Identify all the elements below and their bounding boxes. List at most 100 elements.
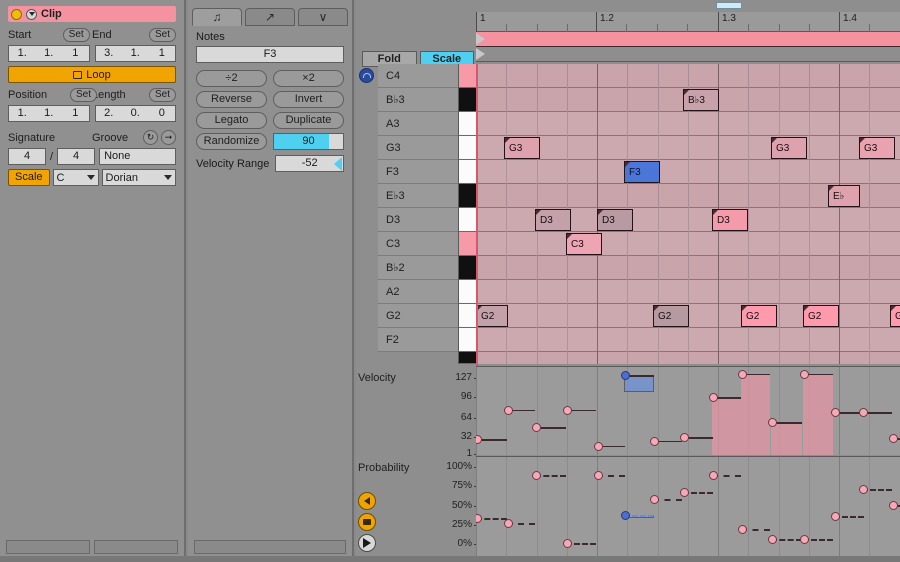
velocity-marker[interactable] (680, 433, 689, 442)
midi-note[interactable]: F3 (624, 161, 660, 183)
midi-note[interactable]: D3 (597, 209, 633, 231)
randomize-button[interactable]: Randomize (196, 133, 267, 150)
note-corner-handle[interactable] (536, 210, 541, 215)
end-set-button[interactable]: Set (148, 28, 176, 42)
midi-note[interactable]: G2 (476, 305, 508, 327)
midi-note[interactable]: D3 (712, 209, 748, 231)
probability-marker[interactable] (859, 485, 868, 494)
probability-marker[interactable] (621, 510, 630, 520)
note-corner-handle[interactable] (505, 138, 510, 143)
clip-start-marker[interactable] (476, 48, 485, 60)
note-corner-handle[interactable] (829, 186, 834, 191)
note-corner-handle[interactable] (625, 162, 630, 167)
note-corner-handle[interactable] (654, 306, 659, 311)
velocity-marker[interactable] (738, 369, 747, 379)
start-set-button[interactable]: Set (62, 28, 90, 42)
invert-button[interactable]: Invert (273, 91, 344, 108)
velocity-marker[interactable] (889, 434, 898, 444)
probability-marker[interactable] (738, 525, 747, 534)
midi-note[interactable]: G2 (890, 305, 900, 327)
signature-numerator[interactable]: 4 (8, 148, 46, 165)
velocity-marker[interactable] (859, 408, 868, 418)
probability-marker[interactable] (504, 518, 513, 528)
tab-expression-icon[interactable]: ∨ (298, 8, 348, 26)
start-marker-bar[interactable] (476, 47, 900, 62)
note-corner-handle[interactable] (772, 138, 777, 143)
position-field[interactable]: 1. 1. 1 (8, 105, 90, 122)
note-corner-handle[interactable] (804, 306, 809, 311)
velocity-marker[interactable] (532, 423, 541, 433)
signature-denominator[interactable]: 4 (57, 148, 96, 165)
probability-lane[interactable] (476, 456, 900, 556)
midi-note[interactable]: G3 (771, 137, 807, 159)
midi-note[interactable]: D3 (535, 209, 571, 231)
duplicate-button[interactable]: Duplicate (273, 112, 344, 129)
loop-brace-bar[interactable] (476, 32, 900, 47)
probability-marker[interactable] (709, 470, 718, 480)
note-corner-handle[interactable] (860, 138, 865, 143)
randomize-amount-slider[interactable]: 90 (273, 133, 344, 150)
velocity-marker[interactable] (563, 405, 572, 415)
groove-commit-icon[interactable]: ↻ (143, 130, 158, 145)
groove-select[interactable]: None (99, 148, 176, 165)
piano-keyboard[interactable] (458, 64, 478, 364)
end-field[interactable]: 3. 1. 1 (94, 45, 176, 62)
loop-start-marker[interactable] (476, 33, 485, 45)
play-icon[interactable] (358, 534, 376, 552)
clip-collapse-toggle[interactable] (26, 8, 37, 20)
velocity-range-slider[interactable]: -52 (275, 155, 344, 172)
velocity-marker[interactable] (800, 369, 809, 379)
probability-marker[interactable] (650, 494, 659, 504)
record-icon[interactable] (358, 513, 376, 531)
multiply-by-two-button[interactable]: ×2 (273, 70, 344, 87)
playhead-position-marker[interactable] (716, 2, 742, 9)
legato-button[interactable]: Legato (196, 112, 267, 129)
selected-note-field[interactable]: F3 (196, 46, 344, 63)
clip-color-dot[interactable] (11, 8, 22, 20)
loop-toggle-button[interactable]: Loop (8, 66, 176, 83)
probability-marker[interactable] (532, 470, 541, 480)
midi-note[interactable]: G2 (653, 305, 689, 327)
probability-marker[interactable] (889, 501, 898, 510)
velocity-marker[interactable] (476, 435, 482, 445)
scale-toggle-button[interactable]: Scale (8, 169, 50, 186)
scale-mode-select[interactable]: Dorian (101, 169, 176, 186)
tab-envelope-tool-icon[interactable]: ↗ (245, 8, 295, 26)
midi-note[interactable]: G3 (859, 137, 895, 159)
midi-note[interactable]: B♭3 (683, 89, 719, 111)
probability-marker[interactable] (563, 539, 572, 549)
scale-root-select[interactable]: C (52, 169, 99, 186)
velocity-marker[interactable] (504, 405, 513, 415)
midi-note[interactable]: C3 (566, 233, 602, 255)
timeline-ruler[interactable]: 1 1.2 1.3 1.4 (476, 12, 900, 32)
probability-marker[interactable] (768, 534, 777, 544)
jump-back-icon[interactable] (358, 492, 376, 510)
probability-marker[interactable] (800, 534, 809, 544)
velocity-marker[interactable] (650, 436, 659, 446)
headphone-icon[interactable] (359, 68, 374, 83)
length-set-button[interactable]: Set (148, 88, 176, 102)
velocity-lane[interactable] (476, 366, 900, 455)
note-corner-handle[interactable] (598, 210, 603, 215)
midi-note[interactable]: G3 (504, 137, 540, 159)
velocity-marker[interactable] (594, 441, 603, 451)
note-corner-handle[interactable] (713, 210, 718, 215)
position-set-button[interactable]: Set (69, 88, 97, 102)
reverse-button[interactable]: Reverse (196, 91, 267, 108)
midi-note[interactable]: G2 (741, 305, 777, 327)
groove-pool-icon[interactable]: ➞ (161, 130, 176, 145)
midi-note[interactable]: E♭ (828, 185, 860, 207)
midi-note[interactable]: G2 (803, 305, 839, 327)
divide-by-two-button[interactable]: ÷2 (196, 70, 267, 87)
length-field[interactable]: 2. 0. 0 (94, 105, 176, 122)
note-corner-handle[interactable] (567, 234, 572, 239)
start-field[interactable]: 1. 1. 1 (8, 45, 90, 62)
note-corner-handle[interactable] (891, 306, 896, 311)
velocity-range-handle[interactable] (334, 157, 342, 171)
probability-marker[interactable] (476, 513, 482, 523)
note-corner-handle[interactable] (684, 90, 689, 95)
note-corner-handle[interactable] (742, 306, 747, 311)
probability-marker[interactable] (594, 470, 603, 480)
tab-music-note-icon[interactable]: ♫ (192, 8, 242, 26)
note-grid[interactable]: G3 D3 C3 D3 F3 B♭3 D3 G2 G2 G2 G2 G3 E♭ G3 G2 (476, 64, 900, 364)
